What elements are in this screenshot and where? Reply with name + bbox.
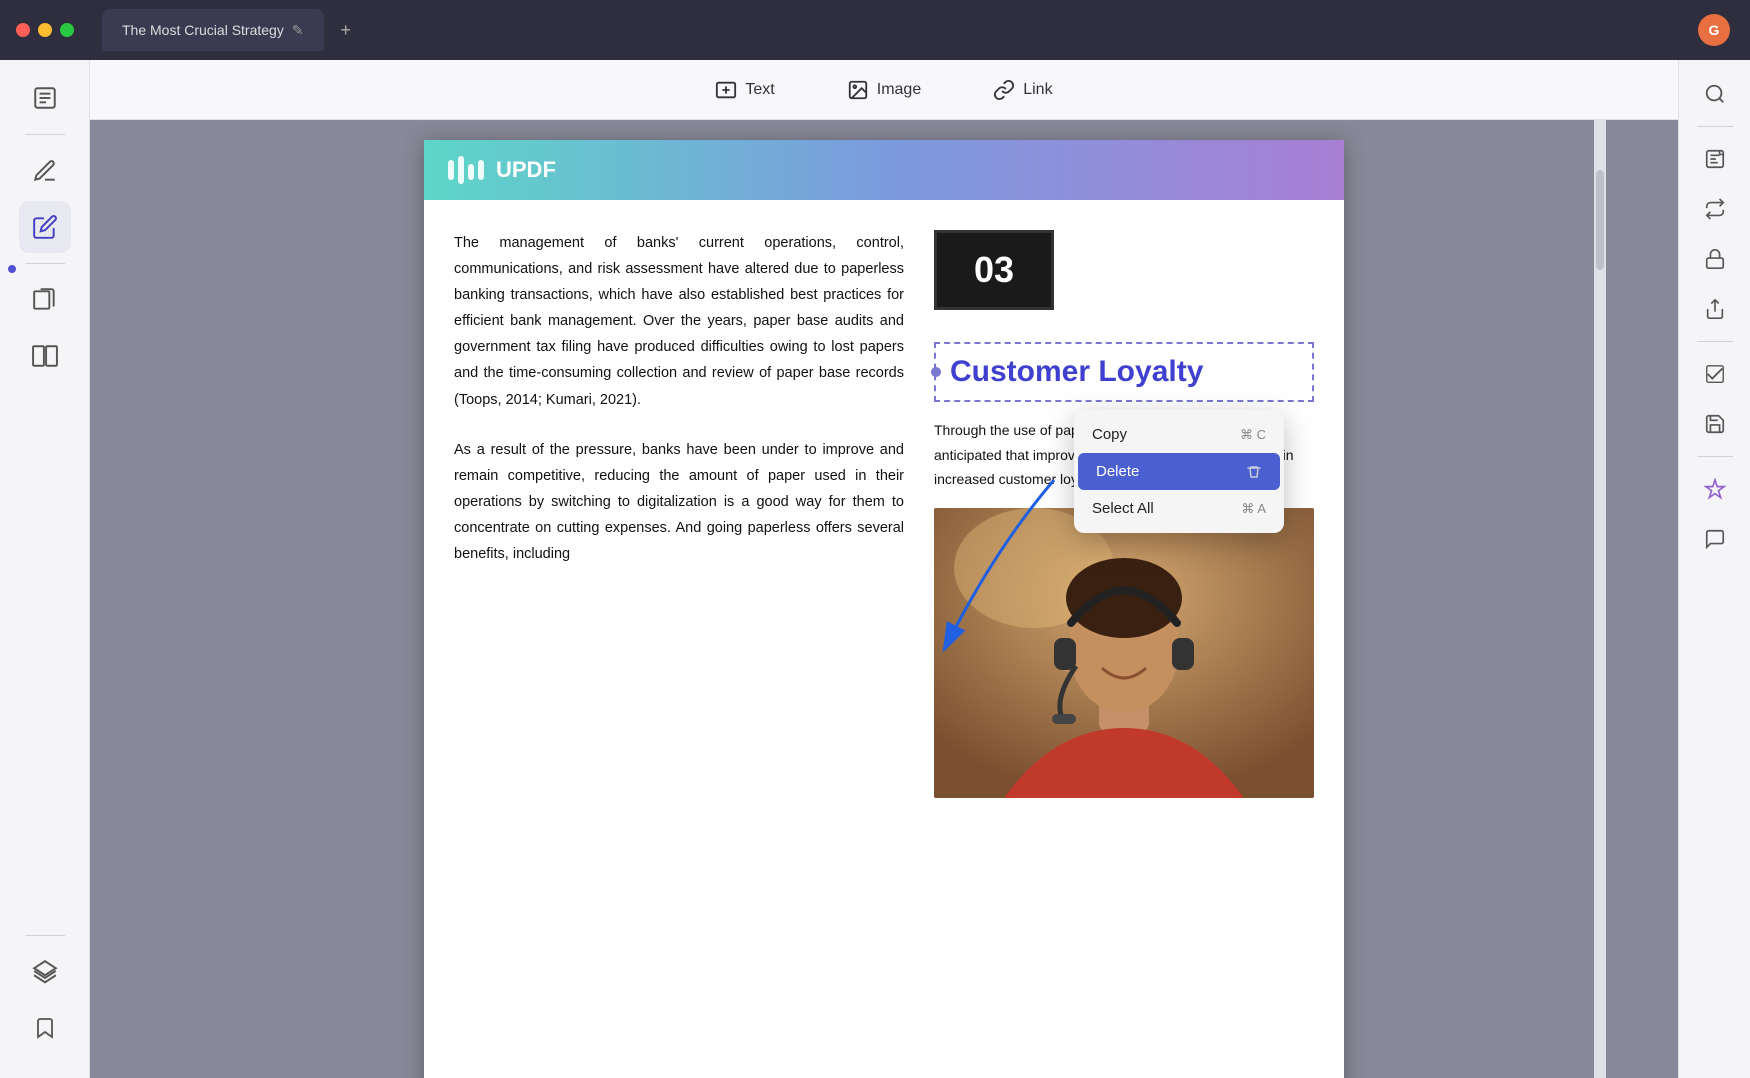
- sidebar-item-annotate[interactable]: [19, 145, 71, 197]
- pdf-left-column: The management of banks' current operati…: [454, 230, 904, 798]
- toolbar-text-label: Text: [745, 81, 774, 99]
- right-sidebar: [1678, 60, 1750, 1078]
- maximize-button[interactable]: [60, 23, 74, 37]
- context-menu-select-all[interactable]: Select All ⌘ A: [1074, 490, 1284, 527]
- context-menu-copy[interactable]: Copy ⌘ C: [1074, 416, 1284, 453]
- left-sidebar: [0, 60, 90, 1078]
- title-bar: The Most Crucial Strategy ✎ + G: [0, 0, 1750, 60]
- updf-logo-text: UPDF: [496, 157, 556, 183]
- top-toolbar: Text Image Link: [90, 60, 1678, 120]
- minimize-button[interactable]: [38, 23, 52, 37]
- active-indicator: [8, 265, 16, 273]
- tab-area: The Most Crucial Strategy ✎ +: [102, 9, 360, 51]
- ai-icon-button[interactable]: [1693, 467, 1737, 511]
- toolbar-text[interactable]: Text: [699, 71, 790, 109]
- select-all-label: Select All: [1092, 500, 1154, 517]
- sidebar-item-layers[interactable]: [19, 946, 71, 998]
- copy-shortcut: ⌘ C: [1240, 427, 1266, 443]
- right-sidebar-divider-1: [1697, 126, 1733, 127]
- copy-label: Copy: [1092, 426, 1127, 443]
- right-sidebar-divider-2: [1697, 341, 1733, 342]
- tab-title: The Most Crucial Strategy: [122, 22, 284, 38]
- updf-logo-icon: [448, 156, 484, 184]
- sidebar-item-pages[interactable]: [19, 274, 71, 326]
- right-sidebar-divider-3: [1697, 456, 1733, 457]
- save-icon-button[interactable]: [1693, 402, 1737, 446]
- sidebar-bottom: [19, 929, 71, 1066]
- pdf-header-banner: UPDF: [424, 140, 1344, 200]
- sidebar-item-bookmark[interactable]: [19, 1002, 71, 1054]
- sidebar-divider-1: [25, 134, 65, 135]
- pdf-page: UPDF The management of banks' current op…: [424, 140, 1344, 1078]
- delete-icon: [1246, 464, 1262, 480]
- toolbar-link[interactable]: Link: [977, 71, 1068, 109]
- tab-edit-icon[interactable]: ✎: [292, 22, 304, 39]
- section-title: Customer Loyalty: [950, 354, 1298, 390]
- share-icon-button[interactable]: [1693, 287, 1737, 331]
- pdf-image: [934, 508, 1314, 798]
- pdf-paragraph-2: As a result of the pressure, banks have …: [454, 437, 904, 567]
- scrollbar-track[interactable]: [1594, 120, 1606, 1078]
- selection-handle: [931, 367, 941, 377]
- select-all-shortcut: ⌘ A: [1241, 501, 1266, 517]
- traffic-lights: [16, 23, 74, 37]
- pdf-paragraph-1: The management of banks' current operati…: [454, 230, 904, 413]
- comment-icon-button[interactable]: [1693, 517, 1737, 561]
- toolbar-image[interactable]: Image: [831, 71, 937, 109]
- pdf-area[interactable]: UPDF The management of banks' current op…: [90, 120, 1678, 1078]
- current-tab[interactable]: The Most Crucial Strategy ✎: [102, 9, 324, 51]
- ocr-icon-button[interactable]: [1693, 137, 1737, 181]
- delete-label: Delete: [1096, 463, 1139, 480]
- sidebar-item-document[interactable]: [19, 72, 71, 124]
- sidebar-divider-3: [25, 935, 65, 936]
- content-area: Text Image Link: [90, 60, 1678, 1078]
- check-icon-button[interactable]: [1693, 352, 1737, 396]
- search-icon-button[interactable]: [1693, 72, 1737, 116]
- protect-icon-button[interactable]: [1693, 237, 1737, 281]
- sidebar-item-edit[interactable]: [19, 201, 71, 253]
- section-number-box: 03: [934, 230, 1054, 310]
- toolbar-image-label: Image: [877, 81, 921, 99]
- selected-text-container[interactable]: Customer Loyalty: [934, 342, 1314, 402]
- main-layout: Text Image Link: [0, 60, 1750, 1078]
- sidebar-item-compare[interactable]: [19, 330, 71, 382]
- avatar[interactable]: G: [1698, 14, 1730, 46]
- section-number: 03: [974, 249, 1014, 291]
- context-menu-delete[interactable]: Delete: [1078, 453, 1280, 490]
- toolbar-link-label: Link: [1023, 81, 1052, 99]
- close-button[interactable]: [16, 23, 30, 37]
- add-tab-button[interactable]: +: [332, 16, 360, 44]
- sidebar-divider-2: [25, 263, 65, 264]
- convert-icon-button[interactable]: [1693, 187, 1737, 231]
- context-menu: Copy ⌘ C Delete Select All ⌘ A: [1074, 410, 1284, 533]
- scrollbar-thumb[interactable]: [1596, 170, 1604, 270]
